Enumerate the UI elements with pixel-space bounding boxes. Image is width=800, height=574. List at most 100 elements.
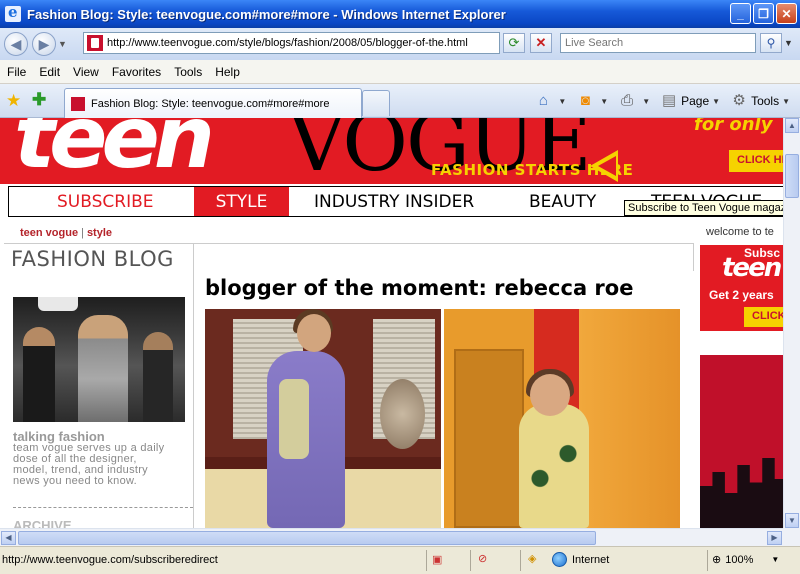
logo-teen[interactable]: teen (14, 118, 215, 184)
zoom-dropdown-icon[interactable]: ▼ (771, 555, 779, 564)
blog-header: FASHION BLOG (4, 243, 694, 272)
internet-zone-globe-icon (552, 552, 567, 567)
window-title: Fashion Blog: Style: teenvogue.com#more#… (27, 6, 506, 22)
promo-click-button[interactable]: CLICK HE (729, 150, 783, 172)
search-icon: ⚲ (766, 36, 776, 50)
zoom-level: 100% (725, 553, 754, 566)
forward-button[interactable]: ▶ (32, 32, 56, 56)
minimize-button[interactable]: _ (730, 3, 751, 24)
scroll-down-icon[interactable]: ▼ (785, 513, 799, 528)
history-dropdown-icon[interactable]: ▼ (58, 39, 70, 49)
refresh-button[interactable]: ⟳ (503, 33, 525, 53)
vertical-scroll-thumb[interactable] (785, 154, 799, 198)
menu-file[interactable]: File (0, 65, 32, 79)
page-viewport: teen VOGUE FASHION STARTS HERE for only … (0, 118, 783, 528)
zoom-control[interactable]: ⊕ 100% ▼ (712, 553, 779, 567)
zoom-magnifier-icon: ⊕ (712, 554, 722, 566)
vertical-scrollbar[interactable]: ▲ ▼ (783, 118, 800, 528)
url-text[interactable]: http://www.teenvogue.com/style/blogs/fas… (107, 37, 468, 49)
menu-tools[interactable]: Tools (167, 65, 208, 79)
nav-style[interactable]: STYLE (194, 187, 289, 216)
security-zone[interactable]: Internet (552, 552, 609, 567)
welcome-text: welcome to te (706, 226, 774, 238)
blog-title: FASHION BLOG (11, 247, 174, 271)
feature-body: team vogue serves up a daily dose of all… (13, 442, 165, 487)
stop-icon: ✕ (535, 35, 547, 50)
title-bar: Fashion Blog: Style: teenvogue.com#more#… (0, 0, 800, 28)
post-photo-right (444, 309, 680, 528)
print-dropdown-icon[interactable]: ▼ (642, 97, 650, 106)
page-icon[interactable]: ▤ (660, 93, 678, 109)
favorites-star-icon[interactable]: ★ (6, 91, 21, 111)
scroll-right-icon[interactable]: ▶ (767, 531, 782, 545)
scroll-left-icon[interactable]: ◀ (1, 531, 16, 545)
ad-click-button[interactable]: CLICK (744, 307, 783, 327)
nav-subscribe[interactable]: SUBSCRIBE (57, 187, 154, 216)
chevron-graphic (590, 150, 618, 182)
add-favorites-icon[interactable]: ✚ (32, 90, 46, 110)
protected-mode-icon[interactable]: ◈ (528, 552, 536, 565)
menu-view[interactable]: View (66, 65, 105, 79)
address-field[interactable]: http://www.teenvogue.com/style/blogs/fas… (83, 32, 500, 54)
home-icon[interactable]: ⌂ (534, 93, 552, 109)
tools-menu[interactable]: Tools (751, 94, 779, 108)
promo-text[interactable]: for only (694, 118, 772, 135)
tab-bar: ★ ✚ Fashion Blog: Style: teenvogue.com#m… (0, 84, 800, 118)
download-status-icon: ▣ (432, 554, 443, 566)
address-toolbar: ◀ ▶ ▼ http://www.teenvogue.com/style/blo… (0, 28, 800, 60)
home-dropdown-icon[interactable]: ▼ (558, 97, 566, 106)
menu-bar: File Edit View Favorites Tools Help (0, 60, 800, 84)
tab-active[interactable]: Fashion Blog: Style: teenvogue.com#more#… (64, 88, 362, 118)
tab-title: Fashion Blog: Style: teenvogue.com#more#… (91, 97, 330, 110)
new-tab-button[interactable] (362, 90, 390, 116)
talking-fashion-image[interactable] (13, 297, 185, 422)
page-dropdown-icon[interactable]: ▼ (712, 97, 720, 106)
back-button[interactable]: ◀ (4, 32, 28, 56)
menu-edit[interactable]: Edit (32, 65, 66, 79)
scroll-up-icon[interactable]: ▲ (785, 118, 799, 133)
masthead-banner: teen VOGUE FASHION STARTS HERE for only … (0, 118, 783, 184)
tools-gear-icon[interactable]: ⚙ (730, 93, 748, 109)
tab-favicon-icon (71, 96, 85, 111)
divider (13, 507, 193, 508)
ad-line2: Get 2 years (709, 288, 774, 302)
refresh-icon: ⟳ (508, 35, 520, 50)
breadcrumb: teen vogue | style (20, 227, 113, 239)
nav-industry-insider[interactable]: INDUSTRY INSIDER (314, 187, 474, 216)
skyline-ad[interactable] (700, 355, 783, 528)
search-button[interactable]: ⚲ (760, 33, 782, 53)
tooltip: Subscribe to Teen Vogue magazine (624, 200, 783, 216)
breadcrumb-home[interactable]: teen vogue (20, 227, 78, 239)
search-box[interactable] (560, 33, 756, 53)
subscribe-ad[interactable]: Subsc teen Get 2 years CLICK (700, 245, 783, 331)
stop-button[interactable]: ✕ (530, 33, 552, 53)
skyline-graphic (700, 458, 783, 528)
page-menu[interactable]: Page (681, 94, 709, 108)
horizontal-scrollbar[interactable]: ◀ ▶ (0, 528, 783, 546)
horizontal-scroll-thumb[interactable] (18, 531, 596, 545)
zone-label: Internet (572, 553, 610, 566)
close-button[interactable]: ✕ (776, 3, 797, 24)
post-photo-left (205, 309, 441, 528)
status-text: http://www.teenvogue.com/subscriberedire… (2, 554, 218, 566)
status-bar: http://www.teenvogue.com/subscriberedire… (0, 546, 800, 574)
nav-beauty[interactable]: BEAUTY (529, 187, 596, 216)
tools-dropdown-icon[interactable]: ▼ (782, 97, 790, 106)
feeds-dropdown-icon[interactable]: ▼ (600, 97, 608, 106)
search-input[interactable] (561, 34, 755, 52)
sidebar: talking fashion team vogue serves up a d… (4, 271, 194, 528)
ie-icon (5, 3, 21, 22)
menu-favorites[interactable]: Favorites (105, 65, 167, 79)
maximize-button[interactable]: ❐ (753, 3, 774, 24)
menu-help[interactable]: Help (208, 65, 246, 79)
ad-logo: teen (722, 253, 782, 283)
print-icon[interactable]: ⎙ (618, 93, 636, 109)
breadcrumb-section[interactable]: style (87, 227, 112, 239)
post-title[interactable]: blogger of the moment: rebecca roe (205, 276, 633, 300)
search-options-dropdown-icon[interactable]: ▼ (784, 38, 793, 48)
archive-heading: ARCHIVE (13, 518, 72, 528)
forward-arrow-icon: ▶ (38, 35, 50, 52)
back-arrow-icon: ◀ (10, 35, 22, 52)
feeds-icon[interactable]: ◙ (576, 93, 594, 109)
popup-blocker-icon[interactable]: ⊘ (478, 552, 487, 565)
